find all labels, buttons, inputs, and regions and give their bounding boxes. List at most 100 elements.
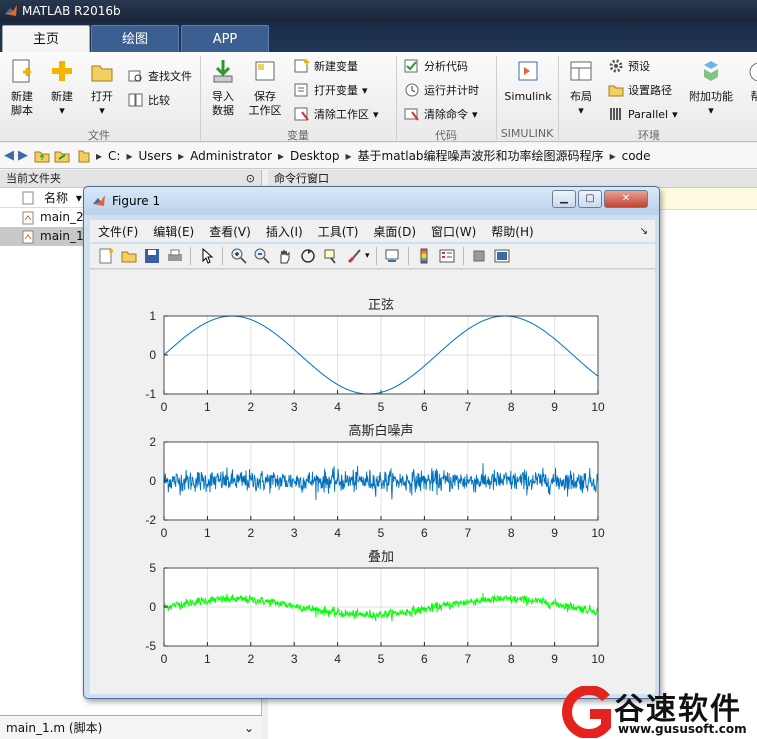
- x-tick-label: 8: [508, 652, 515, 666]
- open-variable-button[interactable]: 打开变量 ▾: [294, 82, 368, 98]
- x-tick-label: 3: [291, 526, 298, 540]
- new-button[interactable]: 新建 ▾: [46, 58, 78, 118]
- x-tick-label: 4: [334, 400, 341, 414]
- layout-button[interactable]: 布局 ▾: [564, 58, 598, 118]
- chevron-down-icon[interactable]: ⌄: [244, 716, 254, 739]
- sort-icon: ▾: [75, 191, 82, 205]
- dock-arrow-icon[interactable]: ↘: [640, 226, 648, 237]
- group-separator: [558, 56, 559, 140]
- find-files-icon: [128, 70, 142, 82]
- watermark-logo-icon: [562, 686, 611, 738]
- zoom-out-icon[interactable]: [254, 248, 270, 264]
- addons-button[interactable]: 附加功能 ▾: [686, 58, 736, 118]
- x-tick-label: 10: [591, 400, 605, 414]
- close-button[interactable]: ✕: [604, 190, 648, 208]
- x-tick-label: 9: [551, 400, 558, 414]
- pointer-icon[interactable]: [199, 248, 215, 264]
- figure-canvas[interactable]: 0 1 2 3 4 5 6 7 8 9 10-101正弦0 1 2 3 4 5 6 7 8 9 10-202高斯白噪声0…: [90, 270, 655, 694]
- tab-home[interactable]: 主页: [2, 25, 90, 52]
- chevron-down-icon: ▾: [472, 107, 478, 121]
- open-file-icon[interactable]: [121, 248, 137, 264]
- save-icon[interactable]: [144, 248, 160, 264]
- tab-apps[interactable]: APP: [181, 25, 269, 52]
- clear-commands-button[interactable]: 清除命令 ▾: [404, 106, 478, 122]
- x-tick-label: 0: [161, 526, 168, 540]
- x-tick-label: 2: [247, 652, 254, 666]
- breadcrumb-code[interactable]: code: [622, 149, 651, 163]
- up-folder-icon[interactable]: [34, 148, 50, 164]
- tab-plots[interactable]: 绘图: [91, 25, 179, 52]
- maximize-button[interactable]: ▢: [578, 190, 602, 208]
- find-files-button[interactable]: 查找文件: [128, 68, 192, 84]
- new-script-button[interactable]: 新建 脚本: [6, 58, 38, 118]
- simulink-button[interactable]: Simulink: [502, 58, 554, 104]
- zoom-in-icon[interactable]: [231, 248, 247, 264]
- menu-insert[interactable]: 插入(I): [266, 223, 303, 240]
- import-data-label: 导入 数据: [212, 90, 234, 117]
- analyze-code-button[interactable]: 分析代码: [404, 58, 468, 74]
- breadcrumb-c[interactable]: C:: [108, 149, 120, 163]
- print-icon[interactable]: [167, 248, 183, 264]
- hide-plot-tools-icon[interactable]: [471, 248, 487, 264]
- run-and-time-button[interactable]: 运行并计时: [404, 82, 479, 98]
- breadcrumb-administrator[interactable]: Administrator: [190, 149, 272, 163]
- run-and-time-label: 运行并计时: [424, 84, 479, 97]
- clear-workspace-button[interactable]: 清除工作区 ▾: [294, 106, 379, 122]
- breadcrumb-separator: ▸: [609, 148, 616, 163]
- x-tick-label: 10: [591, 652, 605, 666]
- forward-arrow-icon[interactable]: ▶: [18, 148, 28, 163]
- figure-menu-bar: 文件(F) 编辑(E) 查看(V) 插入(I) 工具(T) 桌面(D) 窗口(W…: [90, 220, 655, 242]
- browse-folder-icon[interactable]: [54, 148, 70, 164]
- data-cursor-icon[interactable]: [323, 248, 339, 264]
- show-plot-tools-icon[interactable]: [494, 248, 510, 264]
- chevron-down-icon: ▾: [672, 107, 678, 121]
- menu-desktop[interactable]: 桌面(D): [373, 223, 416, 240]
- preferences-button[interactable]: 预设: [608, 58, 650, 74]
- new-figure-icon[interactable]: [98, 248, 114, 264]
- x-tick-label: 5: [378, 526, 385, 540]
- import-data-button[interactable]: 导入 数据: [206, 58, 240, 118]
- minimize-button[interactable]: ▁: [552, 190, 576, 208]
- chevron-down-icon: ▾: [373, 107, 379, 121]
- help-button[interactable]: 帮: [744, 58, 757, 104]
- pan-hand-icon[interactable]: [277, 248, 293, 264]
- x-tick-label: 6: [421, 652, 428, 666]
- open-label: 打开: [91, 90, 113, 103]
- open-button[interactable]: 打开 ▾: [86, 58, 118, 118]
- menu-help[interactable]: 帮助(H): [491, 223, 533, 240]
- menu-file[interactable]: 文件(F): [98, 223, 138, 240]
- x-tick-label: 4: [334, 652, 341, 666]
- compare-button[interactable]: 比较: [128, 92, 170, 108]
- set-path-button[interactable]: 设置路径: [608, 82, 672, 98]
- new-script-icon: [12, 59, 31, 83]
- chevron-down-icon[interactable]: ▾: [365, 251, 370, 261]
- breadcrumb-users[interactable]: Users: [138, 149, 172, 163]
- name-column-label: 名称: [44, 191, 69, 205]
- brush-icon[interactable]: [346, 248, 362, 264]
- menu-tools[interactable]: 工具(T): [318, 223, 359, 240]
- menu-view[interactable]: 查看(V): [209, 223, 251, 240]
- back-arrow-icon[interactable]: ◀: [4, 148, 14, 163]
- file-details-bar[interactable]: main_1.m (脚本) ⌄: [0, 715, 262, 739]
- save-workspace-button[interactable]: 保存 工作区: [248, 58, 282, 118]
- link-plot-icon[interactable]: [384, 248, 400, 264]
- parallel-icon: [610, 108, 621, 120]
- preferences-label: 预设: [628, 60, 650, 73]
- analyze-code-label: 分析代码: [424, 60, 468, 73]
- legend-icon[interactable]: [439, 248, 455, 264]
- breadcrumb-desktop[interactable]: Desktop: [290, 149, 340, 163]
- breadcrumb-project[interactable]: 基于matlab编程噪声波形和功率绘图源码程序: [358, 147, 604, 164]
- menu-edit[interactable]: 编辑(E): [153, 223, 194, 240]
- gear-icon: [609, 59, 623, 73]
- group-separator: [496, 56, 497, 140]
- new-variable-button[interactable]: 新建变量: [294, 58, 358, 74]
- group-separator: [396, 56, 397, 140]
- colorbar-icon[interactable]: [416, 248, 432, 264]
- rotate-3d-icon[interactable]: [300, 248, 316, 264]
- x-tick-label: 2: [247, 400, 254, 414]
- figure-title: Figure 1: [112, 194, 161, 208]
- x-tick-label: 4: [334, 526, 341, 540]
- parallel-button[interactable]: Parallel ▾: [608, 106, 678, 122]
- x-tick-label: 10: [591, 526, 605, 540]
- menu-window[interactable]: 窗口(W): [431, 223, 476, 240]
